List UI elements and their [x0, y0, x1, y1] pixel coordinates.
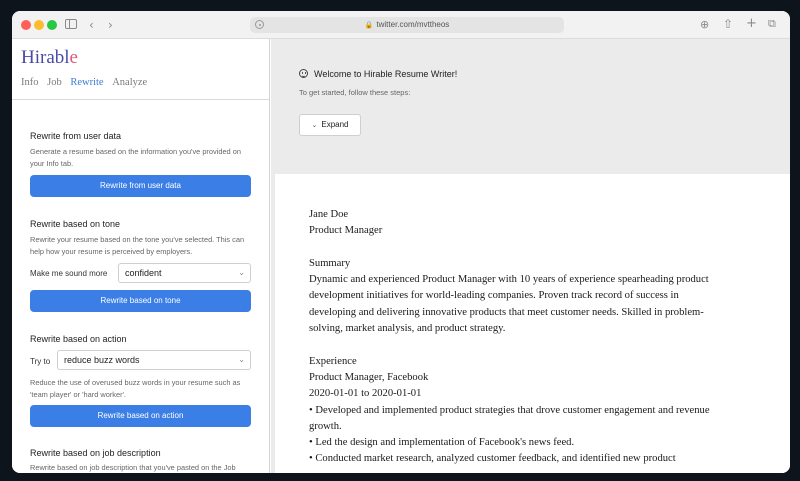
nav-tabs: Info Job Rewrite Analyze: [21, 76, 153, 90]
close-window-button[interactable]: [21, 20, 31, 30]
bullet-line: • Conducted market research, analyzed cu…: [309, 453, 676, 465]
hirable-logo: Hirable: [21, 47, 78, 69]
logo-main-text: Hirabl: [21, 47, 70, 68]
download-icon[interactable]: ⊕: [700, 17, 709, 33]
chevron-down-icon: ⌄: [311, 122, 318, 129]
url-value: twitter.com/mvttheos: [376, 20, 450, 29]
new-tab-icon[interactable]: +: [746, 16, 757, 32]
minimize-window-button[interactable]: [34, 20, 44, 30]
resume-name: Jane Doe: [309, 209, 349, 220]
tab-overview-icon[interactable]: ⧉: [768, 16, 776, 32]
job-title: Product Manager, Facebook: [309, 371, 429, 383]
resume-text: Jane Doe Product Manager Summary Dynamic…: [309, 207, 759, 468]
summary-line: solving, market analysis, and product st…: [309, 323, 506, 335]
bullet-line: growth.: [309, 420, 342, 432]
tone-select[interactable]: confident ⌄: [118, 263, 251, 283]
address-bar[interactable]: 🔒 twitter.com/mvttheos: [250, 17, 564, 33]
hirable-sidebar: Hirable Info Job Rewrite Analyze Rewrite…: [12, 39, 270, 473]
experience-heading: Experience: [309, 355, 357, 367]
tone-section-title: Rewrite based on tone: [30, 219, 121, 229]
action-section-desc: Reduce the use of overused buzz words in…: [30, 378, 241, 399]
back-icon[interactable]: ‹: [89, 17, 94, 33]
tab-job[interactable]: Job: [47, 76, 62, 90]
bullet-line: • Led the design and implementation of F…: [309, 437, 575, 449]
user-data-section-title: Rewrite from user data: [30, 131, 122, 141]
action-label: Try to: [30, 357, 51, 366]
action-section-title: Rewrite based on action: [30, 334, 127, 344]
main-content: Welcome to Hirable Resume Writer! To get…: [271, 39, 790, 473]
job-dates: 2020-01-01 to 2020-01-01: [309, 388, 422, 400]
bullet-line: • Developed and implemented product stra…: [309, 404, 710, 416]
summary-line: Dynamic and experienced Product Manager …: [309, 274, 709, 286]
smile-icon: [299, 69, 308, 78]
expand-label: Expand: [321, 120, 349, 129]
browser-titlebar: ‹ › 🔒 twitter.com/mvttheos ⊕ ⇧ + ⧉: [12, 11, 790, 39]
tone-label: Make me sound more: [30, 269, 108, 278]
chevron-down-icon: ⌄: [238, 355, 245, 364]
summary-heading: Summary: [309, 257, 351, 269]
tab-info[interactable]: Info: [21, 76, 39, 90]
summary-line: developing and delivering innovative pro…: [309, 306, 704, 318]
job-desc-section-desc: Rewrite based on job description that yo…: [30, 463, 236, 472]
tab-analyze[interactable]: Analyze: [112, 76, 147, 90]
rewrite-action-button[interactable]: Rewrite based on action: [30, 405, 251, 427]
logo-end-text: e: [69, 47, 78, 68]
expand-button[interactable]: ⌄ Expand: [299, 114, 361, 136]
action-select[interactable]: reduce buzz words ⌄: [57, 350, 251, 370]
welcome-panel: Welcome to Hirable Resume Writer! To get…: [275, 39, 790, 161]
tone-selected-value: confident: [125, 268, 162, 278]
welcome-subtitle: To get started, follow these steps:: [299, 88, 411, 97]
resume-document: Jane Doe Product Manager Summary Dynamic…: [275, 174, 790, 473]
resume-role: Product Manager: [309, 225, 383, 237]
address-text: 🔒 twitter.com/mvttheos: [250, 17, 564, 33]
chevron-down-icon: ⌄: [238, 268, 245, 277]
forward-icon[interactable]: ›: [108, 17, 113, 33]
welcome-title-text: Welcome to Hirable Resume Writer!: [314, 69, 458, 79]
rewrite-tone-button[interactable]: Rewrite based on tone: [30, 290, 251, 312]
welcome-title: Welcome to Hirable Resume Writer!: [299, 68, 457, 80]
sidebar-toggle-icon[interactable]: [65, 19, 77, 29]
zoom-window-button[interactable]: [47, 20, 57, 30]
summary-line: development initiatives for world-leadin…: [309, 290, 679, 302]
job-desc-section-title: Rewrite based on job description: [30, 448, 161, 458]
browser-window: ‹ › 🔒 twitter.com/mvttheos ⊕ ⇧ + ⧉ Hirabl…: [12, 11, 790, 473]
share-icon[interactable]: ⇧: [723, 16, 733, 32]
user-data-section-desc: Generate a resume based on the informati…: [30, 147, 241, 168]
tone-section-desc: Rewrite your resume based on the tone yo…: [30, 235, 245, 256]
action-selected-value: reduce buzz words: [64, 355, 140, 365]
tab-rewrite[interactable]: Rewrite: [70, 76, 103, 90]
lock-icon: 🔒: [364, 21, 374, 29]
divider: [12, 99, 269, 100]
rewrite-user-data-button[interactable]: Rewrite from user data: [30, 175, 251, 197]
